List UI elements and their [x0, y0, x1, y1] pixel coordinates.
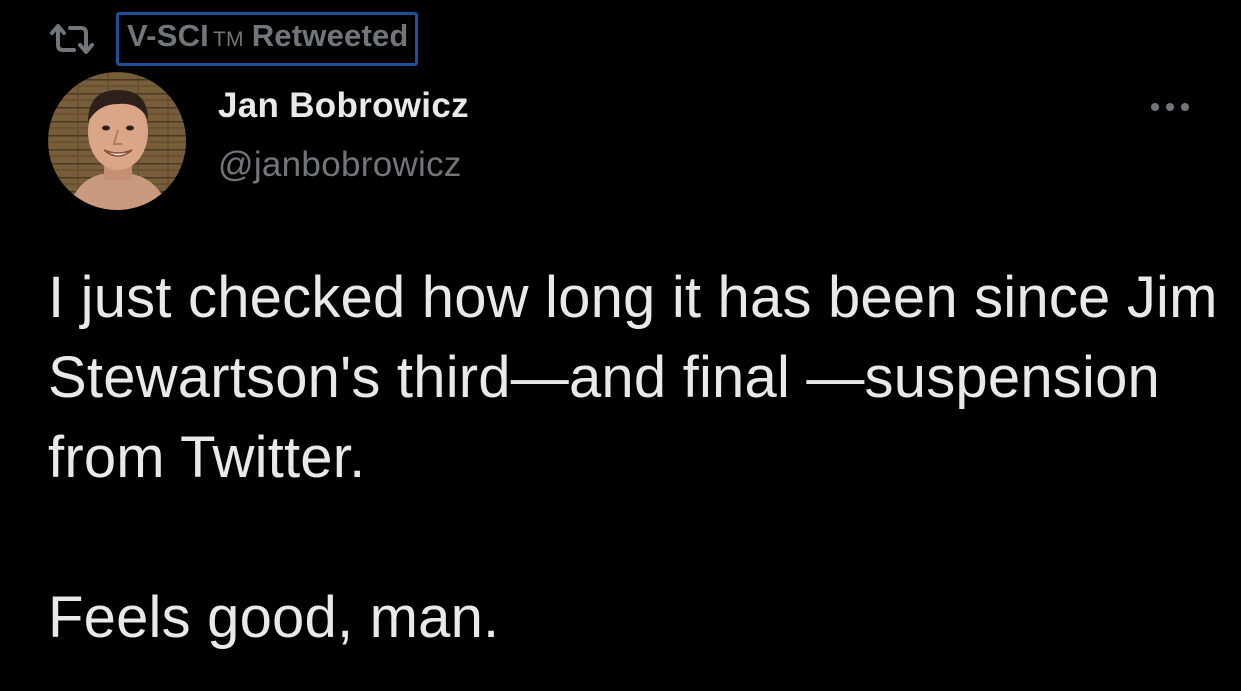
- more-dot: [1151, 103, 1159, 111]
- retweet-context: V-SCI TM Retweeted: [48, 12, 418, 66]
- avatar-image: [48, 72, 186, 210]
- more-options-icon[interactable]: [1140, 92, 1200, 122]
- retweet-label[interactable]: V-SCI TM Retweeted: [116, 12, 418, 66]
- author-handle[interactable]: @janbobrowicz: [218, 145, 462, 185]
- trademark-symbol: TM: [212, 28, 244, 51]
- tweet-body: I just checked how long it has been sinc…: [48, 258, 1218, 658]
- retweeter-name: V-SCI: [127, 18, 209, 53]
- user-avatar[interactable]: [48, 72, 186, 210]
- more-dot: [1181, 103, 1189, 111]
- tweet-paragraph: Feels good, man.: [48, 585, 500, 650]
- more-dot: [1166, 103, 1174, 111]
- author-name[interactable]: Jan Bobrowicz: [218, 86, 469, 126]
- retweet-icon: [50, 24, 94, 54]
- retweeted-text: Retweeted: [251, 18, 409, 53]
- tweet-paragraph: I just checked how long it has been sinc…: [48, 265, 1218, 490]
